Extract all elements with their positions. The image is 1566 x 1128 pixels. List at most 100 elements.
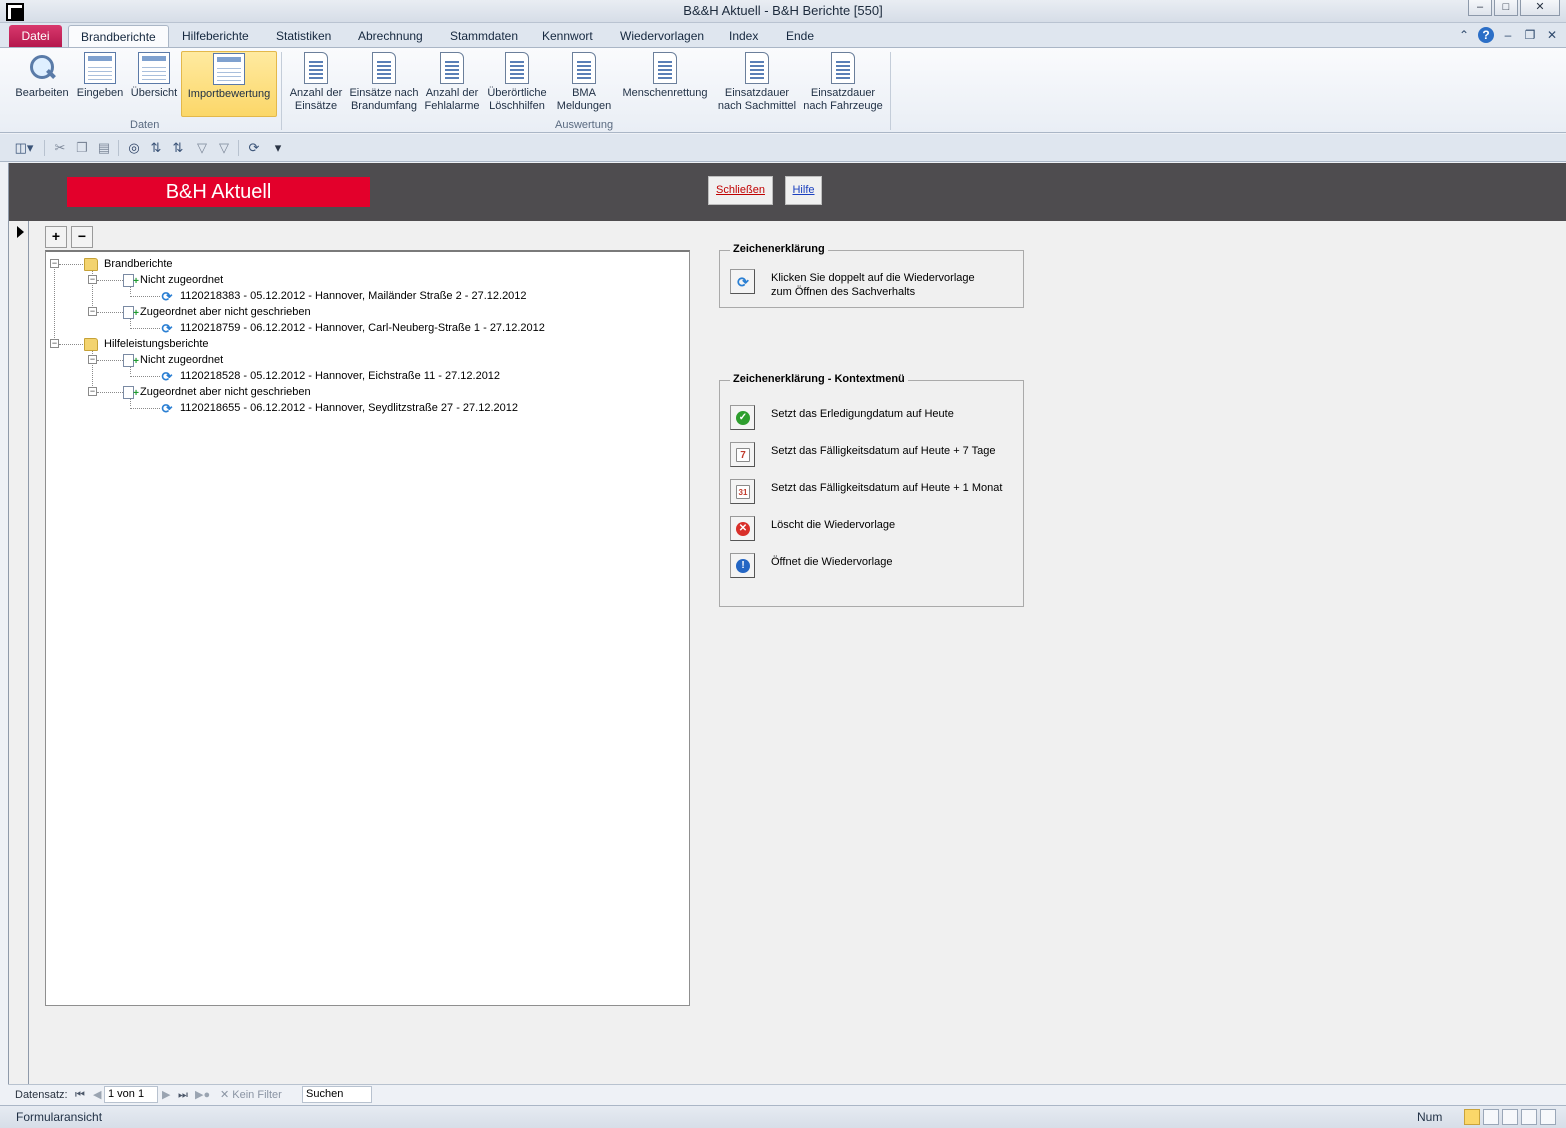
eingeben-button[interactable]: Eingeben — [74, 52, 126, 100]
tab-brandberichte[interactable]: Brandberichte — [68, 25, 169, 48]
menschenrettung-button[interactable]: Menschenrettung — [618, 52, 712, 100]
open-button[interactable]: ! — [730, 553, 755, 578]
calendar-week-icon: 7 — [736, 448, 750, 462]
report-icon — [653, 52, 677, 84]
tab-ende[interactable]: Ende — [774, 25, 826, 48]
tab-hilfeberichte[interactable]: Hilfeberichte — [170, 25, 261, 48]
pivot-chart-view-icon[interactable] — [1521, 1109, 1537, 1125]
einsaetze-brandumfang-button[interactable]: Einsätze nach Brandumfang — [347, 52, 421, 113]
customize-toolbar-icon[interactable]: ▾ — [270, 140, 286, 156]
tab-statistiken[interactable]: Statistiken — [264, 25, 343, 48]
report-icon — [505, 52, 529, 84]
pivot-table-view-icon[interactable] — [1502, 1109, 1518, 1125]
maximize-button[interactable]: □ — [1494, 0, 1518, 16]
filter-selection-icon[interactable]: ▽ — [194, 140, 210, 156]
anzahl-einsaetze-button[interactable]: Anzahl der Einsätze — [286, 52, 346, 113]
importbewertung-button[interactable]: Importbewertung — [181, 51, 277, 117]
previous-record-icon[interactable]: ◀ — [93, 1088, 101, 1103]
tree-node-brandberichte[interactable]: Brandberichte — [84, 256, 173, 272]
tab-abrechnung[interactable]: Abrechnung — [346, 25, 435, 48]
copy-icon[interactable]: ❐ — [74, 140, 90, 156]
first-record-icon[interactable]: ⏮ — [75, 1088, 85, 1103]
tree-item-report[interactable]: ⟳ 1120218383 - 05.12.2012 - Hannover, Ma… — [160, 288, 527, 304]
record-position-field[interactable]: 1 von 1 — [104, 1086, 158, 1103]
view-switch-icon[interactable]: ◫▾ — [12, 140, 36, 156]
close-icon[interactable]: ✕ — [1544, 27, 1560, 43]
tree-item-report[interactable]: ⟳ 1120218528 - 05.12.2012 - Hannover, Ei… — [160, 368, 501, 384]
collapse-node-icon[interactable]: − — [50, 339, 59, 348]
document-add-icon — [123, 273, 139, 290]
design-view-icon[interactable] — [1540, 1109, 1556, 1125]
calendar-month-icon: 31 — [736, 485, 750, 499]
cut-icon[interactable]: ✂ — [52, 140, 68, 156]
datasheet-view-icon[interactable] — [1483, 1109, 1499, 1125]
bma-meldungen-button[interactable]: BMA Meldungen — [552, 52, 616, 113]
collapse-node-icon[interactable]: − — [88, 355, 97, 364]
tab-datei[interactable]: Datei — [9, 25, 62, 48]
legend-box: Zeichenerklärung ⟳ Klicken Sie doppelt a… — [719, 243, 1024, 308]
report-icon — [372, 52, 396, 84]
minimize-button[interactable]: – — [1468, 0, 1492, 16]
collapse-all-button[interactable]: − — [71, 226, 93, 248]
form-header: B&H Aktuell Schließen Hilfe — [9, 163, 1566, 221]
legend-context-title: Zeichenerklärung - Kontextmenü — [730, 373, 908, 385]
num-lock-indicator: Num — [1417, 1110, 1443, 1124]
bearbeiten-button[interactable]: Bearbeiten — [12, 52, 72, 100]
resubmission-icon: ⟳ — [161, 400, 173, 416]
due-week-button[interactable]: 7 — [730, 442, 755, 467]
restore-icon[interactable]: ❐ — [1522, 27, 1538, 43]
form-view-icon[interactable] — [1464, 1109, 1480, 1125]
collapse-node-icon[interactable]: − — [88, 275, 97, 284]
filter-off-icon: ✕ — [220, 1089, 230, 1101]
collapse-node-icon[interactable]: − — [88, 307, 97, 316]
help-icon[interactable]: ? — [1478, 27, 1494, 43]
form-area: B&H Aktuell Schließen Hilfe + − − − − − … — [8, 163, 1566, 1084]
collapse-node-icon[interactable]: − — [88, 387, 97, 396]
new-record-icon[interactable]: ▶● — [195, 1088, 210, 1103]
sort-descending-icon[interactable]: ⇅ — [170, 140, 186, 156]
ribbon-collapse-icon[interactable]: ⌃ — [1456, 27, 1472, 43]
next-record-icon[interactable]: ▶ — [162, 1088, 170, 1103]
status-view-label: Formularansicht — [16, 1110, 103, 1124]
tree-node-hilfeleistungsberichte[interactable]: Hilfeleistungsberichte — [84, 336, 209, 352]
tree-item-report[interactable]: ⟳ 1120218655 - 06.12.2012 - Hannover, Se… — [160, 400, 518, 416]
anzahl-fehlalarme-button[interactable]: Anzahl der Fehlalarme — [422, 52, 482, 113]
tree-node-zugeordnet[interactable]: Zugeordnet aber nicht geschrieben — [123, 384, 311, 402]
collapse-node-icon[interactable]: − — [50, 259, 59, 268]
find-icon[interactable]: ◎ — [126, 140, 142, 156]
tree-view[interactable]: − − − − − − Brandberichte Nicht zugeordn… — [45, 250, 690, 1006]
resubmission-button[interactable]: ⟳ — [730, 269, 755, 294]
ueberoertliche-loeschhilfen-button[interactable]: Überörtliche Löschhilfen — [484, 52, 550, 113]
tree-node-zugeordnet[interactable]: Zugeordnet aber nicht geschrieben — [123, 304, 311, 322]
einsatzdauer-fahrzeuge-button[interactable]: Einsatzdauer nach Fahrzeuge — [800, 52, 886, 113]
form-icon — [84, 52, 116, 84]
einsatzdauer-sachmittel-button[interactable]: Einsatzdauer nach Sachmittel — [714, 52, 800, 113]
tree-node-nicht-zugeordnet[interactable]: Nicht zugeordnet — [123, 272, 223, 290]
report-icon — [572, 52, 596, 84]
tab-stammdaten[interactable]: Stammdaten — [438, 25, 530, 48]
close-window-button[interactable]: ✕ — [1520, 0, 1560, 16]
filter-icon[interactable]: ▽ — [216, 140, 232, 156]
expand-all-button[interactable]: + — [45, 226, 67, 248]
set-done-button[interactable]: ✓ — [730, 405, 755, 430]
tab-wiedervorlagen[interactable]: Wiedervorlagen — [608, 25, 716, 48]
refresh-icon[interactable]: ⟳ — [246, 140, 262, 156]
close-form-button[interactable]: Schließen — [708, 176, 773, 205]
tree-item-report[interactable]: ⟳ 1120218759 - 06.12.2012 - Hannover, Ca… — [160, 320, 545, 336]
due-month-button[interactable]: 31 — [730, 479, 755, 504]
tab-index[interactable]: Index — [717, 25, 770, 48]
uebersicht-button[interactable]: Übersicht — [128, 52, 180, 100]
restore-down-icon[interactable]: – — [1500, 27, 1516, 43]
group-separator — [890, 52, 891, 130]
record-selector[interactable] — [9, 221, 29, 1084]
help-button[interactable]: Hilfe — [785, 176, 822, 205]
tab-kennwort[interactable]: Kennwort — [530, 25, 605, 48]
last-record-icon[interactable]: ⏭ — [178, 1088, 188, 1103]
sort-ascending-icon[interactable]: ⇅ — [148, 140, 164, 156]
paste-icon[interactable]: ▤ — [96, 140, 112, 156]
search-input[interactable]: Suchen — [302, 1086, 372, 1103]
tree-node-nicht-zugeordnet[interactable]: Nicht zugeordnet — [123, 352, 223, 370]
no-filter-button[interactable]: ✕ Kein Filter — [220, 1088, 282, 1103]
report-icon — [831, 52, 855, 84]
delete-button[interactable]: ✕ — [730, 516, 755, 541]
